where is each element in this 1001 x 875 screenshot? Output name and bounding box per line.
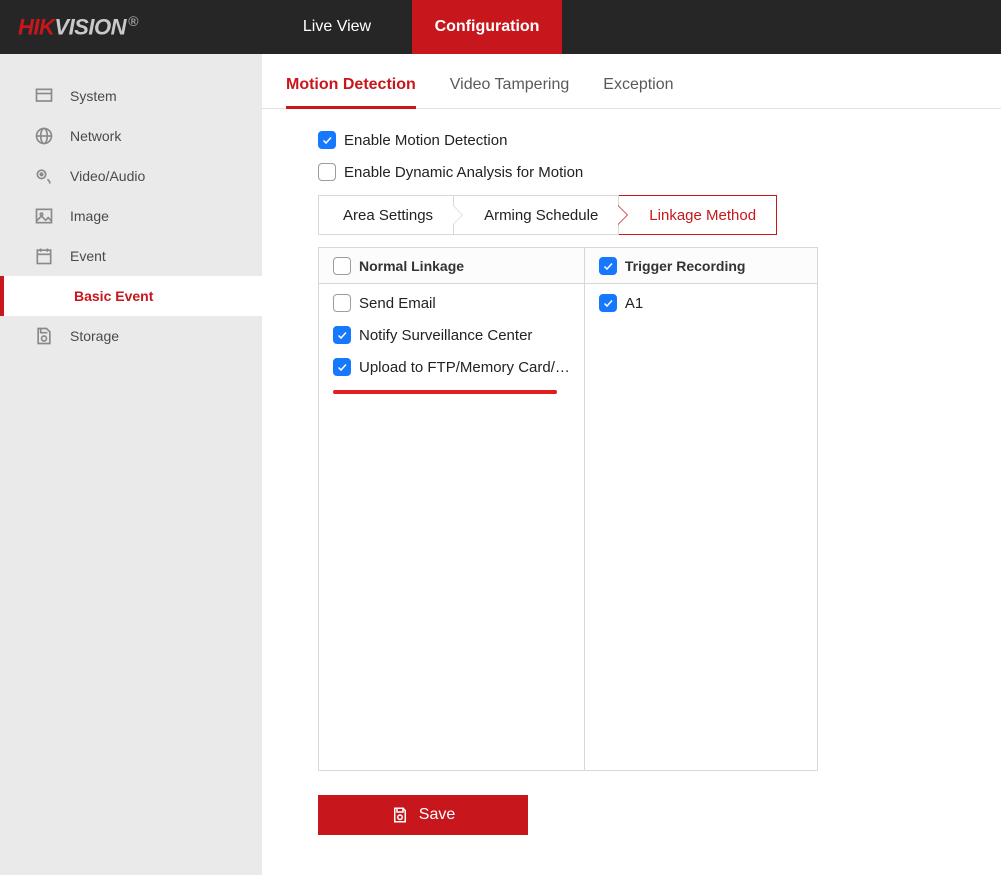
enable-dynamic-checkbox[interactable]: [318, 163, 336, 181]
step-tabs: Area Settings Arming Schedule Linkage Me…: [318, 195, 1001, 235]
top-bar: HIKVISION® Live View Configuration: [0, 0, 1001, 54]
sidebar-item-event[interactable]: Event: [0, 236, 262, 276]
sidebar-label-image: Image: [70, 208, 109, 224]
sidebar-label-network: Network: [70, 128, 121, 144]
sub-tabs: Motion Detection Video Tampering Excepti…: [262, 64, 1001, 109]
a1-checkbox[interactable]: [599, 294, 617, 312]
globe-icon: [34, 126, 54, 146]
image-icon: [34, 206, 54, 226]
sidebar-label-basic-event: Basic Event: [74, 288, 153, 304]
enable-motion-label: Enable Motion Detection: [344, 132, 507, 149]
nav-configuration[interactable]: Configuration: [412, 0, 562, 54]
sidebar-item-basic-event[interactable]: Basic Event: [0, 276, 262, 316]
trigger-recording-header-checkbox[interactable]: [599, 257, 617, 275]
sidebar: System Network Video/Audio Image Event: [0, 54, 262, 875]
upload-ftp-label: Upload to FTP/Memory Card/…: [359, 359, 570, 376]
annotation-underline: [333, 390, 557, 394]
system-icon: [34, 86, 54, 106]
tab-video-tampering[interactable]: Video Tampering: [450, 64, 570, 108]
nav-live-view[interactable]: Live View: [262, 0, 412, 54]
sidebar-label-storage: Storage: [70, 328, 119, 344]
sidebar-item-network[interactable]: Network: [0, 116, 262, 156]
tab-motion-detection[interactable]: Motion Detection: [286, 64, 416, 109]
sidebar-item-image[interactable]: Image: [0, 196, 262, 236]
brand-logo: HIKVISION®: [0, 0, 262, 54]
sidebar-label-video-audio: Video/Audio: [70, 168, 145, 184]
enable-motion-checkbox[interactable]: [318, 131, 336, 149]
top-nav: Live View Configuration: [262, 0, 562, 54]
normal-linkage-header: Normal Linkage: [359, 258, 464, 274]
sidebar-item-video-audio[interactable]: Video/Audio: [0, 156, 262, 196]
main-panel: Motion Detection Video Tampering Excepti…: [262, 54, 1001, 875]
linkage-table: Normal Linkage Send Email Notify Surveil…: [318, 247, 818, 771]
notify-checkbox[interactable]: [333, 326, 351, 344]
save-icon: [391, 806, 409, 824]
save-button[interactable]: Save: [318, 795, 528, 835]
upload-ftp-checkbox[interactable]: [333, 358, 351, 376]
sidebar-label-system: System: [70, 88, 117, 104]
save-button-label: Save: [419, 806, 455, 824]
step-arming-schedule[interactable]: Arming Schedule: [454, 195, 619, 235]
storage-icon: [34, 326, 54, 346]
send-email-label: Send Email: [359, 295, 436, 312]
trigger-recording-header: Trigger Recording: [625, 258, 746, 274]
video-audio-icon: [34, 166, 54, 186]
logo-registered: ®: [128, 13, 138, 29]
enable-dynamic-label: Enable Dynamic Analysis for Motion: [344, 164, 583, 181]
tab-exception[interactable]: Exception: [603, 64, 673, 108]
step-linkage-method[interactable]: Linkage Method: [619, 195, 777, 235]
sidebar-item-system[interactable]: System: [0, 76, 262, 116]
logo-hik: HIK: [18, 15, 54, 40]
event-icon: [34, 246, 54, 266]
logo-vision: VISION: [54, 15, 126, 40]
step-area-settings[interactable]: Area Settings: [318, 195, 454, 235]
send-email-checkbox[interactable]: [333, 294, 351, 312]
normal-linkage-header-checkbox[interactable]: [333, 257, 351, 275]
a1-label: A1: [625, 295, 643, 312]
sidebar-item-storage[interactable]: Storage: [0, 316, 262, 356]
sidebar-label-event: Event: [70, 248, 106, 264]
notify-label: Notify Surveillance Center: [359, 327, 532, 344]
